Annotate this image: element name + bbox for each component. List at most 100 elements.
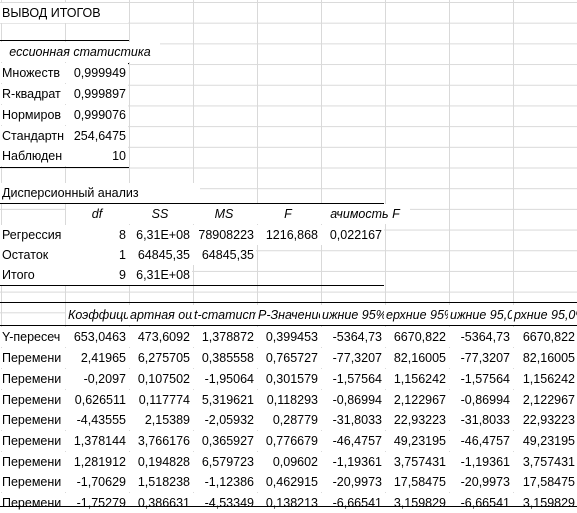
coef-row-label[interactable]: Перемени — [0, 410, 66, 430]
coef-header-upper-95[interactable]: ерхние 95% — [384, 305, 448, 325]
coef-upper-95-0[interactable]: 49,23195 — [512, 431, 577, 451]
coef-std-error[interactable]: 6,275705 — [128, 348, 192, 368]
anova-header-df[interactable]: df — [66, 204, 128, 224]
coef-lower-95[interactable]: -20,9973 — [320, 472, 384, 492]
coef-row-label[interactable]: Y-пересеч — [0, 327, 66, 347]
coef-value[interactable]: 1,378144 — [66, 431, 128, 451]
coef-value[interactable]: -0,2097 — [66, 369, 128, 389]
stat-label[interactable]: Нормиров — [0, 105, 66, 125]
coef-header-lower-95[interactable]: ижние 95% — [320, 305, 384, 325]
coef-upper-95-0[interactable]: 3,757431 — [512, 452, 577, 472]
anova-title[interactable]: Дисперсионный анализ — [0, 183, 200, 203]
coef-lower-95-0[interactable]: -77,3207 — [448, 348, 512, 368]
anova-ss[interactable]: 6,31E+08 — [128, 265, 192, 285]
coef-upper-95-0[interactable]: 1,156242 — [512, 369, 577, 389]
anova-header-significance-f[interactable]: ачимость F — [320, 204, 410, 224]
coef-value[interactable]: -4,43555 — [66, 410, 128, 430]
anova-ss[interactable]: 6,31E+08 — [128, 225, 192, 245]
coef-lower-95-0[interactable]: -1,19361 — [448, 452, 512, 472]
coef-value[interactable]: 0,626511 — [66, 390, 128, 410]
stat-value[interactable]: 0,999949 — [66, 63, 128, 83]
coef-lower-95[interactable]: -1,19361 — [320, 452, 384, 472]
coef-t-stat[interactable]: 5,319621 — [192, 390, 256, 410]
coef-std-error[interactable]: 0,194828 — [128, 452, 192, 472]
anova-df[interactable]: 8 — [66, 225, 128, 245]
coef-upper-95[interactable]: 22,93223 — [384, 410, 448, 430]
coef-upper-95[interactable]: 1,156242 — [384, 369, 448, 389]
coef-upper-95-0[interactable]: 22,93223 — [512, 410, 577, 430]
regression-stats-header[interactable]: ессионная статистика — [0, 42, 160, 62]
coef-t-stat[interactable]: 6,579723 — [192, 452, 256, 472]
coef-std-error[interactable]: 0,107502 — [128, 369, 192, 389]
coef-lower-95[interactable]: -5364,73 — [320, 327, 384, 347]
coef-lower-95[interactable]: -6,66541 — [320, 493, 384, 513]
coef-p-value[interactable]: 0,765727 — [256, 348, 320, 368]
anova-row-label[interactable]: Регрессия — [0, 225, 66, 245]
coef-upper-95[interactable]: 49,23195 — [384, 431, 448, 451]
coef-row-label[interactable]: Перемени — [0, 452, 66, 472]
coef-lower-95-0[interactable]: -0,86994 — [448, 390, 512, 410]
stat-value[interactable]: 0,999076 — [66, 105, 128, 125]
coef-std-error[interactable]: 3,766176 — [128, 431, 192, 451]
coef-t-stat[interactable]: -2,05932 — [192, 410, 256, 430]
anova-df[interactable]: 9 — [66, 265, 128, 285]
anova-df[interactable]: 1 — [66, 245, 128, 265]
coef-lower-95[interactable]: -31,8033 — [320, 410, 384, 430]
stat-label[interactable]: Стандартн — [0, 126, 66, 146]
coef-p-value[interactable]: 0,399453 — [256, 327, 320, 347]
coef-p-value[interactable]: 0,776679 — [256, 431, 320, 451]
coef-t-stat[interactable]: -1,12386 — [192, 472, 256, 492]
coef-upper-95[interactable]: 82,16005 — [384, 348, 448, 368]
anova-row-label[interactable]: Итого — [0, 265, 66, 285]
coef-upper-95-0[interactable]: 6670,822 — [512, 327, 577, 347]
coef-std-error[interactable]: 1,518238 — [128, 472, 192, 492]
coef-upper-95-0[interactable]: 82,16005 — [512, 348, 577, 368]
coef-lower-95-0[interactable]: -1,57564 — [448, 369, 512, 389]
coef-lower-95[interactable]: -77,3207 — [320, 348, 384, 368]
stat-value[interactable]: 0,999897 — [66, 84, 128, 104]
coef-lower-95-0[interactable]: -31,8033 — [448, 410, 512, 430]
coef-upper-95[interactable]: 6670,822 — [384, 327, 448, 347]
coef-t-stat[interactable]: -1,95064 — [192, 369, 256, 389]
coef-upper-95-0[interactable]: 2,122967 — [512, 390, 577, 410]
coef-t-stat[interactable]: 1,378872 — [192, 327, 256, 347]
coef-row-label[interactable]: Перемени — [0, 369, 66, 389]
anova-header-ms[interactable]: MS — [192, 204, 256, 224]
report-title[interactable]: ВЫВОД ИТОГОВ — [0, 3, 128, 23]
coef-row-label[interactable]: Перемени — [0, 493, 66, 513]
stat-value[interactable]: 10 — [66, 146, 128, 166]
anova-row-label[interactable]: Остаток — [0, 245, 66, 265]
coef-p-value[interactable]: 0,301579 — [256, 369, 320, 389]
anova-f[interactable]: 1216,868 — [256, 225, 320, 245]
coef-row-label[interactable]: Перемени — [0, 348, 66, 368]
coef-lower-95[interactable]: -1,57564 — [320, 369, 384, 389]
coef-upper-95[interactable]: 17,58475 — [384, 472, 448, 492]
coef-lower-95[interactable]: -46,4757 — [320, 431, 384, 451]
stat-label[interactable]: Множеств — [0, 63, 66, 83]
stat-label[interactable]: R-квадрат — [0, 84, 66, 104]
coef-header-p-value[interactable]: Р-Значение — [256, 305, 320, 325]
coef-header-std-error[interactable]: артная ошибк — [128, 305, 192, 325]
coef-value[interactable]: 1,281912 — [66, 452, 128, 472]
coef-upper-95[interactable]: 3,757431 — [384, 452, 448, 472]
anova-header-ss[interactable]: SS — [128, 204, 192, 224]
coef-lower-95-0[interactable]: -6,66541 — [448, 493, 512, 513]
coef-header-upper-95-0[interactable]: рхние 95,0% — [512, 305, 577, 325]
coef-row-label[interactable]: Перемени — [0, 431, 66, 451]
coef-p-value[interactable]: 0,138213 — [256, 493, 320, 513]
anova-ms[interactable]: 64845,35 — [192, 245, 256, 265]
coef-p-value[interactable]: 0,28779 — [256, 410, 320, 430]
coef-t-stat[interactable]: -4,53349 — [192, 493, 256, 513]
coef-std-error[interactable]: 473,6092 — [128, 327, 192, 347]
coef-header-t-stat[interactable]: t-статистика — [192, 305, 256, 325]
coef-header-coefficient[interactable]: Коэффициен — [66, 305, 128, 325]
coef-p-value[interactable]: 0,09602 — [256, 452, 320, 472]
coef-value[interactable]: -1,75279 — [66, 493, 128, 513]
anova-significance-f[interactable]: 0,022167 — [320, 225, 384, 245]
coef-lower-95-0[interactable]: -46,4757 — [448, 431, 512, 451]
spreadsheet-grid[interactable]: ВЫВОД ИТОГОВ ессионная статистика Множес… — [0, 0, 577, 513]
anova-ss[interactable]: 64845,35 — [128, 245, 192, 265]
coef-upper-95-0[interactable]: 17,58475 — [512, 472, 577, 492]
coef-t-stat[interactable]: 0,385558 — [192, 348, 256, 368]
anova-ms[interactable]: 78908223 — [192, 225, 256, 245]
